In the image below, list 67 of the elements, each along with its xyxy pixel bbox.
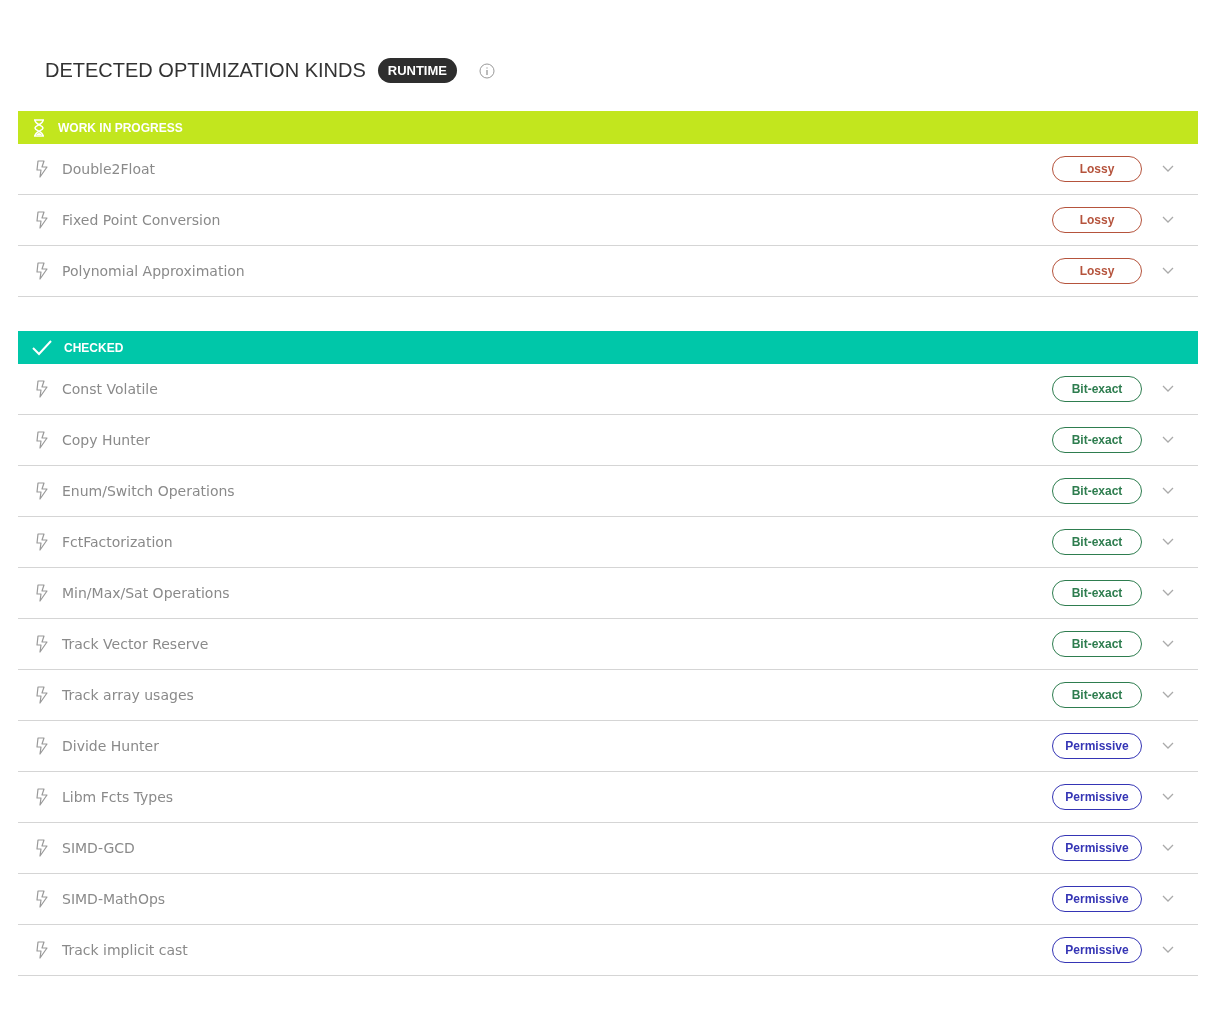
expand-button[interactable] <box>1162 385 1174 393</box>
chevron-down-icon <box>1162 436 1174 444</box>
expand-button[interactable] <box>1162 487 1174 495</box>
lightning-icon <box>36 941 48 959</box>
optimization-name: Copy Hunter <box>62 432 152 448</box>
optimization-name: Const Volatile <box>62 381 159 397</box>
chevron-down-icon <box>1162 691 1174 699</box>
chevron-down-icon <box>1162 589 1174 597</box>
lightning-icon <box>36 686 48 704</box>
chevron-down-icon <box>1162 165 1174 173</box>
chevron-down-icon <box>1162 216 1174 224</box>
chevron-down-icon <box>1162 487 1174 495</box>
runtime-badge: RUNTIME <box>377 58 457 83</box>
optimization-name: Enum/Switch Operations <box>62 483 236 499</box>
chevron-down-icon <box>1162 385 1174 393</box>
optimization-name: Double2Float <box>62 161 157 177</box>
optimization-name: SIMD-MathOps <box>62 891 167 907</box>
page-title: DETECTED OPTIMIZATION KINDS <box>45 59 366 82</box>
checkmark-icon <box>32 339 52 356</box>
chevron-down-icon <box>1162 267 1174 275</box>
lightning-icon <box>36 788 48 806</box>
optimization-name: Track Vector Reserve <box>62 636 210 652</box>
expand-button[interactable] <box>1162 793 1174 801</box>
optimization-name: Libm Fcts Types <box>62 789 175 805</box>
expand-button[interactable] <box>1162 589 1174 597</box>
chevron-down-icon <box>1162 946 1174 954</box>
section-label: WORK IN PROGRESS <box>58 120 183 135</box>
chevron-down-icon <box>1162 844 1174 852</box>
optimization-name: Divide Hunter <box>62 738 160 754</box>
lightning-icon <box>36 584 48 602</box>
lightning-icon <box>36 890 48 908</box>
lightning-icon <box>36 635 48 653</box>
lightning-icon <box>36 211 48 229</box>
expand-button[interactable] <box>1162 165 1174 173</box>
chevron-down-icon <box>1162 538 1174 546</box>
expand-button[interactable] <box>1162 436 1174 444</box>
expand-button[interactable] <box>1162 538 1174 546</box>
chevron-down-icon <box>1162 895 1174 903</box>
lightning-icon <box>36 737 48 755</box>
expand-button[interactable] <box>1162 895 1174 903</box>
optimization-name: FctFactorization <box>62 534 174 550</box>
chevron-down-icon <box>1162 640 1174 648</box>
expand-button[interactable] <box>1162 216 1174 224</box>
lightning-icon <box>36 482 48 500</box>
optimization-name: Fixed Point Conversion <box>62 212 222 228</box>
expand-button[interactable] <box>1162 844 1174 852</box>
info-icon[interactable] <box>479 62 495 79</box>
lightning-icon <box>36 431 48 449</box>
optimization-name: Track array usages <box>62 687 195 703</box>
lightning-icon <box>36 262 48 280</box>
lightning-icon <box>36 533 48 551</box>
expand-button[interactable] <box>1162 742 1174 750</box>
optimization-name: Min/Max/Sat Operations <box>62 585 231 601</box>
expand-button[interactable] <box>1162 691 1174 699</box>
optimization-name: SIMD-GCD <box>62 840 136 856</box>
expand-button[interactable] <box>1162 946 1174 954</box>
lightning-icon <box>36 839 48 857</box>
lightning-icon <box>36 160 48 178</box>
expand-button[interactable] <box>1162 267 1174 275</box>
chevron-down-icon <box>1162 742 1174 750</box>
section-label: CHECKED <box>64 340 124 355</box>
lightning-icon <box>36 380 48 398</box>
optimization-name: Polynomial Approximation <box>62 263 246 279</box>
optimization-name: Track implicit cast <box>62 942 189 958</box>
hourglass-icon <box>32 118 46 137</box>
chevron-down-icon <box>1162 793 1174 801</box>
expand-button[interactable] <box>1162 640 1174 648</box>
